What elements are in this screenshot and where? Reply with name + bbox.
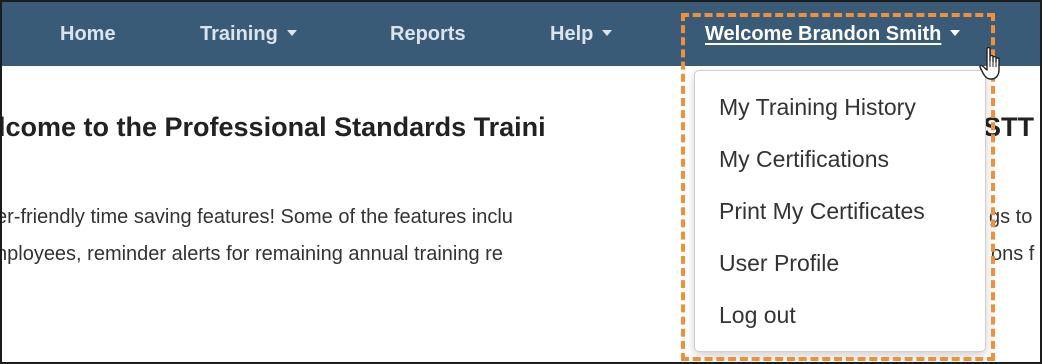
menu-item-log-out[interactable]: Log out (719, 295, 796, 335)
nav-home[interactable]: Home (60, 2, 116, 66)
menu-item-print-certificates[interactable]: Print My Certificates (719, 191, 925, 231)
nav-help-label: Help (550, 23, 594, 45)
nav-reports-label: Reports (390, 23, 466, 45)
welcome-user-label: Welcome Brandon Smith (705, 23, 942, 45)
intro-paragraph-line-2: nployees, reminder alerts for remaining … (0, 243, 1034, 266)
nav-reports[interactable]: Reports (390, 2, 466, 66)
menu-item-user-profile[interactable]: User Profile (719, 243, 839, 283)
intro-paragraph-line-1: er-friendly time saving features! Some o… (0, 206, 1032, 229)
intro-line-1-left: er-friendly time saving features! Some o… (0, 206, 513, 228)
intro-line-2-right: ons f (991, 243, 1035, 265)
chevron-down-icon (286, 29, 297, 36)
nav-help-dropdown[interactable]: Help (550, 2, 613, 66)
intro-line-2-left: nployees, reminder alerts for remaining … (0, 243, 503, 265)
intro-line-1-right: gs to (989, 206, 1033, 228)
user-menu-toggle[interactable]: Welcome Brandon Smith (705, 2, 961, 66)
hand-pointer-icon (979, 46, 1000, 80)
app-window: Home Training Reports Help Welcome Brand… (0, 0, 1042, 364)
nav-home-label: Home (60, 23, 116, 45)
menu-item-certifications[interactable]: My Certifications (719, 139, 889, 179)
nav-training-dropdown[interactable]: Training (200, 2, 297, 66)
page-title: lcome to the Professional Standards Trai… (0, 112, 1034, 143)
user-dropdown-menu: My Training History My Certifications Pr… (694, 70, 986, 352)
page-title-left: lcome to the Professional Standards Trai… (0, 112, 546, 142)
menu-item-training-history[interactable]: My Training History (719, 87, 916, 127)
chevron-down-icon (602, 29, 613, 36)
top-navbar: Home Training Reports Help Welcome Brand… (2, 2, 1040, 66)
nav-training-label: Training (200, 23, 278, 45)
page-title-right: STT (983, 112, 1034, 142)
chevron-down-icon (950, 29, 961, 36)
